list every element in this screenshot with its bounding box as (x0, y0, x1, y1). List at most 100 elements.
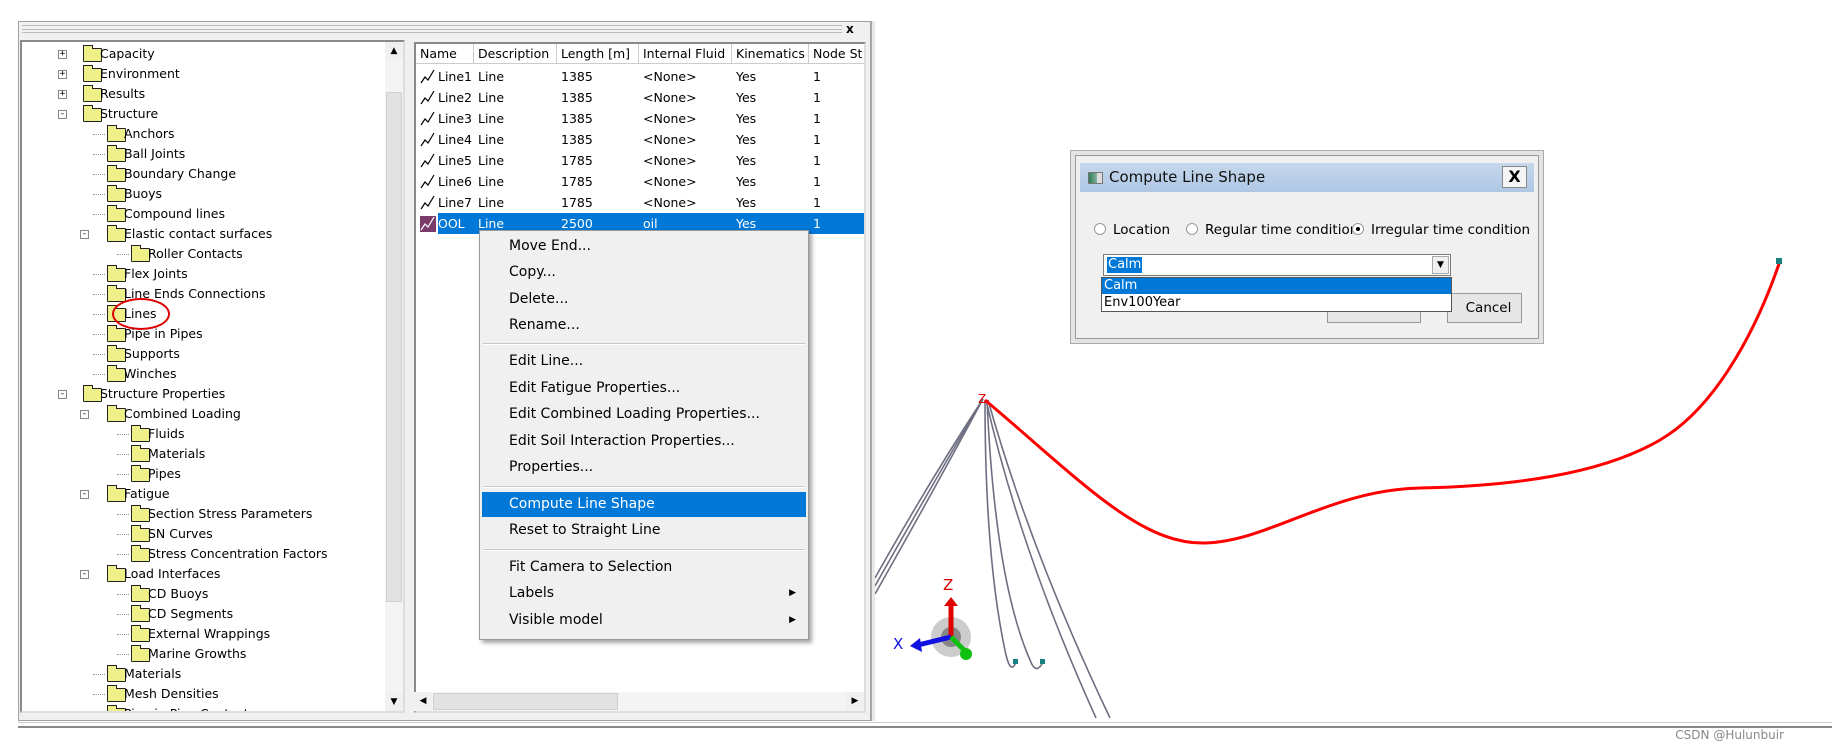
column-header[interactable]: Kinematics (732, 44, 809, 64)
tree-vertical-scrollbar[interactable]: ▲ ▼ (385, 42, 403, 711)
radio-irregular-time[interactable]: Irregular time condition (1352, 222, 1530, 238)
column-header[interactable]: Length [m] (557, 44, 639, 64)
column-header[interactable]: Node St (809, 44, 864, 64)
tree-item[interactable]: CD Segments (22, 604, 402, 624)
scroll-right-icon[interactable]: ▶ (846, 692, 864, 710)
tree-item[interactable]: Buoys (22, 184, 402, 204)
tree-item[interactable]: Materials (22, 444, 402, 464)
tree-item[interactable]: Roller Contacts (22, 244, 402, 264)
3d-viewport[interactable]: Z Z X (874, 21, 1832, 719)
table-row[interactable]: Line2 Line 1385 <None> Yes 1 (416, 87, 864, 108)
menu-item[interactable]: Edit Line... (482, 349, 806, 374)
menu-item[interactable]: Move End... (482, 234, 806, 259)
tree-item[interactable]: External Wrappings (22, 624, 402, 644)
tree-item[interactable]: Pipe in Pipes (22, 324, 402, 344)
menu-item[interactable]: Compute Line Shape (482, 491, 806, 517)
radio-checked-icon[interactable] (1352, 223, 1364, 235)
table-row[interactable]: Line3 Line 1385 <None> Yes 1 (416, 108, 864, 129)
scroll-up-icon[interactable]: ▲ (385, 42, 403, 60)
collapse-icon[interactable]: - (80, 230, 89, 239)
tree-item[interactable]: - Elastic contact surfaces (22, 224, 402, 244)
tree-item[interactable]: Materials (22, 664, 402, 684)
expand-icon[interactable]: + (58, 70, 67, 79)
tree-item[interactable]: Stress Concentration Factors (22, 544, 402, 564)
tree-item[interactable]: Pipe in Pipe Contact (22, 704, 402, 711)
table-cell: Yes (736, 111, 757, 126)
tree-item[interactable]: - Combined Loading (22, 404, 402, 424)
condition-combobox[interactable]: Calm ▼ (1103, 254, 1451, 276)
menu-item[interactable]: Labels ▶ (482, 581, 806, 606)
radio-icon[interactable] (1186, 223, 1198, 235)
tree-item-label: Compound lines (124, 206, 225, 221)
menu-item[interactable]: Visible model ▶ (482, 608, 806, 633)
menu-item[interactable]: Edit Soil Interaction Properties... (482, 429, 806, 454)
table-row[interactable]: Line6 Line 1785 <None> Yes 1 (416, 171, 864, 192)
tree-item[interactable]: Mesh Densities (22, 684, 402, 704)
scroll-left-icon[interactable]: ◀ (414, 692, 432, 710)
scroll-down-icon[interactable]: ▼ (385, 693, 403, 711)
tree-item[interactable]: - Fatigue (22, 484, 402, 504)
radio-regular-time[interactable]: Regular time condition (1186, 222, 1358, 238)
expand-icon[interactable]: + (58, 90, 67, 99)
tree-item[interactable]: Line Ends Connections (22, 284, 402, 304)
tree-item[interactable]: CD Buoys (22, 584, 402, 604)
collapse-icon[interactable]: - (58, 110, 67, 119)
tree-item[interactable]: Winches (22, 364, 402, 384)
tree-item[interactable]: - Structure (22, 104, 402, 124)
tree-item[interactable]: Anchors (22, 124, 402, 144)
radio-location[interactable]: Location (1094, 222, 1170, 238)
collapse-icon[interactable]: - (80, 490, 89, 499)
tree-item[interactable]: Lines (22, 298, 402, 330)
table-row[interactable]: Line1 Line 1385 <None> Yes 1 (416, 66, 864, 87)
menu-item[interactable]: Reset to Straight Line (482, 518, 806, 543)
menu-item[interactable]: Edit Fatigue Properties... (482, 376, 806, 401)
scroll-thumb[interactable] (386, 92, 402, 602)
column-header[interactable]: Description (474, 44, 557, 64)
tree-item[interactable]: Fluids (22, 424, 402, 444)
dropdown-arrow-icon[interactable]: ▼ (1432, 256, 1449, 274)
table-cell: Line (478, 69, 505, 84)
pane-close-button[interactable]: x (846, 22, 854, 36)
tree-item[interactable]: Pipes (22, 464, 402, 484)
table-row[interactable]: Line4 Line 1385 <None> Yes 1 (416, 129, 864, 150)
3d-scene[interactable]: Z Z X (874, 21, 1832, 719)
column-header[interactable]: Internal Fluid (639, 44, 732, 64)
tree-item[interactable]: Flex Joints (22, 264, 402, 284)
tree-item[interactable]: Section Stress Parameters (22, 504, 402, 524)
dialog-close-button[interactable]: X (1502, 166, 1527, 188)
table-row[interactable]: Line5 Line 1785 <None> Yes 1 (416, 150, 864, 171)
tree-item[interactable]: + Results (22, 84, 402, 104)
table-horizontal-scrollbar[interactable]: ◀ ▶ (414, 692, 864, 711)
menu-item[interactable]: Delete... (482, 287, 806, 312)
option-calm[interactable]: Calm (1102, 278, 1451, 294)
tree-item[interactable]: Boundary Change (22, 164, 402, 184)
menu-item[interactable]: Fit Camera to Selection (482, 555, 806, 580)
tree-item[interactable]: Compound lines (22, 204, 402, 224)
cancel-button[interactable]: Cancel (1447, 293, 1522, 323)
option-env100year[interactable]: Env100Year (1102, 295, 1451, 311)
menu-item[interactable]: Edit Combined Loading Properties... (482, 402, 806, 427)
pane-grip[interactable] (22, 25, 842, 33)
tree-item[interactable]: SN Curves (22, 524, 402, 544)
scroll-thumb[interactable] (433, 693, 618, 710)
column-header[interactable]: Name (416, 44, 474, 64)
collapse-icon[interactable]: - (80, 410, 89, 419)
dialog-titlebar[interactable]: Compute Line Shape X (1080, 163, 1534, 192)
radio-icon[interactable] (1094, 223, 1106, 235)
tree-connector (93, 174, 105, 175)
collapse-icon[interactable]: - (58, 390, 67, 399)
tree-item[interactable]: - Load Interfaces (22, 564, 402, 584)
tree-item[interactable]: Supports (22, 344, 402, 364)
expand-icon[interactable]: + (58, 50, 67, 59)
tree-item[interactable]: + Capacity (22, 44, 402, 64)
menu-item[interactable]: Copy... (482, 260, 806, 285)
menu-item[interactable]: Properties... (482, 455, 806, 480)
tree-item[interactable]: Marine Growths (22, 644, 402, 664)
tree-item[interactable]: Ball Joints (22, 144, 402, 164)
collapse-icon[interactable]: - (80, 570, 89, 579)
line-icon (420, 153, 436, 169)
table-row[interactable]: Line7 Line 1785 <None> Yes 1 (416, 192, 864, 213)
tree-item[interactable]: - Structure Properties (22, 384, 402, 404)
menu-item[interactable]: Rename... (482, 313, 806, 338)
tree-item[interactable]: + Environment (22, 64, 402, 84)
